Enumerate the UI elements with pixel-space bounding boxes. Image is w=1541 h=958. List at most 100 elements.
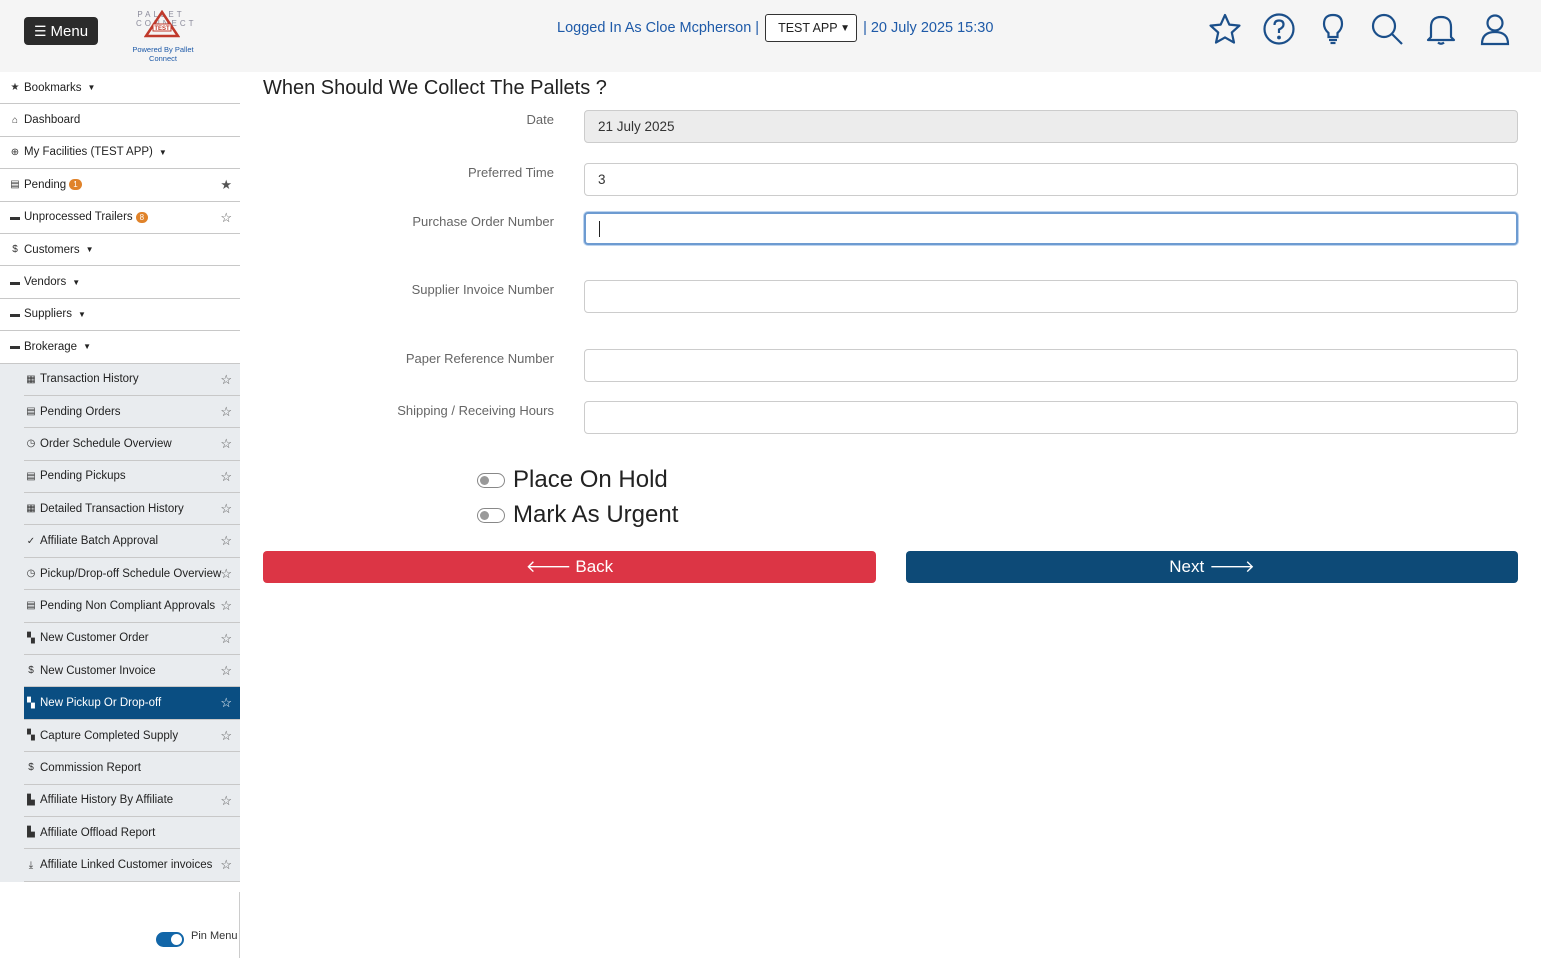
sidebar-subitem-pending-orders[interactable]: ▤ Pending Orders ☆	[24, 395, 240, 429]
sidebar-item-icon: ★	[10, 82, 20, 94]
sidebar-item-unprocessed-trailers[interactable]: ▬ Unprocessed Trailers 8 ☆	[0, 201, 240, 234]
sidebar-item-brokerage[interactable]: ▬ Brokerage ▼	[0, 331, 240, 364]
sidebar-item-icon: ◷	[26, 568, 36, 580]
sidebar-item-label: Pending Orders	[40, 405, 121, 418]
bookmark-star-icon[interactable]: ☆	[220, 469, 232, 485]
arrow-left-icon: 🡐	[525, 557, 572, 576]
sidebar-item-bookmarks[interactable]: ★ Bookmarks ▼	[0, 72, 240, 105]
bell-icon[interactable]	[1423, 10, 1459, 48]
sidebar-item-icon: ▙	[27, 794, 35, 806]
session-info: Logged In As Cloe Mcpherson | TEST APP ▼…	[557, 14, 993, 42]
bookmark-star-icon[interactable]: ☆	[220, 372, 232, 388]
sidebar-subitem-capture-completed-supply[interactable]: ▚ Capture Completed Supply ☆	[24, 719, 240, 753]
sidebar-item-label: Pending Pickups	[40, 470, 126, 483]
sidebar-item-suppliers[interactable]: ▬ Suppliers ▼	[0, 298, 240, 332]
sidebar-item-icon: ▬	[10, 211, 20, 223]
bookmark-star-icon[interactable]: ☆	[220, 695, 232, 711]
bookmark-star-icon[interactable]	[1207, 10, 1243, 48]
sidebar-subitem-new-pickup-or-drop-off[interactable]: ▚ New Pickup Or Drop-off ☆	[24, 687, 240, 720]
sidebar-item-label: Detailed Transaction History	[40, 502, 184, 515]
logged-in-text: Logged In As Cloe Mcpherson |	[557, 20, 760, 36]
bookmark-star-icon[interactable]: ☆	[220, 793, 232, 809]
sidebar-subitem-affiliate-offload-report[interactable]: ▙ Affiliate Offload Report	[24, 816, 240, 850]
sidebar-item-icon: $	[28, 665, 34, 677]
caret-down-icon: ▼	[77, 309, 86, 319]
supplier-invoice-field[interactable]	[584, 280, 1518, 313]
bookmark-star-icon[interactable]: ☆	[220, 631, 232, 647]
logo-caption: Powered By Pallet Connect	[132, 45, 194, 63]
bookmark-filled-icon[interactable]: ★	[220, 177, 232, 193]
sidebar-subitem-affiliate-batch-approval[interactable]: ✓ Affiliate Batch Approval ☆	[24, 525, 240, 558]
user-icon[interactable]	[1477, 10, 1513, 48]
sidebar-item-icon: ▬	[10, 341, 20, 353]
sidebar-subitem-detailed-transaction-history[interactable]: ▦ Detailed Transaction History ☆	[24, 493, 240, 526]
lightbulb-icon[interactable]	[1315, 10, 1351, 48]
bookmark-star-icon[interactable]: ☆	[220, 436, 232, 452]
search-icon[interactable]	[1369, 10, 1405, 48]
mark-urgent-toggle[interactable]	[477, 507, 505, 523]
purchase-order-field[interactable]	[584, 212, 1518, 245]
sidebar-item-label: New Customer Invoice	[40, 664, 156, 677]
pin-menu-toggle[interactable]	[156, 932, 184, 947]
preferred-time-label: Preferred Time	[468, 165, 554, 180]
sidebar-subitem-pending-pickups[interactable]: ▤ Pending Pickups ☆	[24, 460, 240, 494]
sidebar-item-label: Affiliate Offload Report	[40, 826, 156, 839]
header-icons	[1207, 10, 1513, 48]
sidebar-subitem-pickup-drop-off-schedule-overview[interactable]: ◷ Pickup/Drop-off Schedule Overview ☆	[24, 557, 240, 591]
bookmark-star-icon[interactable]: ☆	[220, 501, 232, 517]
sidebar-item-label: Order Schedule Overview	[40, 437, 172, 450]
preferred-time-field[interactable]: 3	[584, 163, 1518, 196]
sidebar-item-vendors[interactable]: ▬ Vendors ▼	[0, 266, 240, 299]
sidebar-item-icon: ✓	[26, 535, 36, 547]
bookmark-star-icon[interactable]: ☆	[220, 404, 232, 420]
paper-reference-field[interactable]	[584, 349, 1518, 382]
bookmark-star-icon[interactable]: ☆	[220, 566, 232, 582]
menu-button[interactable]: ☰ Menu	[24, 17, 98, 45]
sidebar-subitem-transaction-history[interactable]: ▦ Transaction History ☆	[24, 363, 240, 396]
supplier-invoice-label: Supplier Invoice Number	[411, 282, 554, 297]
mark-urgent-row: Mark As Urgent	[477, 501, 678, 529]
bookmark-star-icon[interactable]: ☆	[220, 857, 232, 873]
page-title: When Should We Collect The Pallets ?	[263, 77, 607, 99]
sidebar-item-label: Affiliate Batch Approval	[40, 535, 159, 548]
help-icon[interactable]	[1261, 10, 1297, 48]
sidebar-subitem-order-schedule-overview[interactable]: ◷ Order Schedule Overview ☆	[24, 428, 240, 461]
logo-triangle-icon: TEST	[144, 10, 180, 38]
sidebar-item-label: Customers	[24, 243, 80, 256]
sidebar-subitem-new-customer-order[interactable]: ▚ New Customer Order ☆	[24, 622, 240, 656]
sidebar-item-label: Commission Report	[40, 761, 141, 774]
sidebar-subitem-affiliate-history-by-affiliate[interactable]: ▙ Affiliate History By Affiliate ☆	[24, 784, 240, 817]
next-button[interactable]: Next 🡒	[906, 551, 1518, 583]
sidebar-item-label: Brokerage	[24, 340, 78, 353]
sidebar-subitem-commission-report[interactable]: $ Commission Report	[24, 752, 240, 785]
bookmark-star-icon[interactable]: ☆	[220, 598, 232, 614]
bookmark-star-icon[interactable]: ☆	[220, 663, 232, 679]
app-logo[interactable]: PALLET CONNECT TEST Powered By Pallet Co…	[118, 8, 208, 63]
sidebar-item-dashboard[interactable]: ⌂ Dashboard	[0, 104, 240, 137]
back-button[interactable]: 🡐 Back	[263, 551, 876, 583]
date-label: Date	[526, 112, 554, 127]
shipping-hours-label: Shipping / Receiving Hours	[397, 403, 554, 418]
count-badge: 8	[135, 211, 149, 223]
sidebar-item-pending[interactable]: ▤ Pending 1 ★	[0, 169, 240, 202]
sidebar-item-icon: ▚	[27, 730, 35, 741]
sidebar-item-customers[interactable]: $ Customers ▼	[0, 233, 240, 267]
sidebar-item-icon: ⊕	[10, 146, 20, 158]
bookmark-star-icon[interactable]: ☆	[220, 210, 232, 226]
bookmark-star-icon[interactable]: ☆	[220, 533, 232, 549]
sidebar-subitem-new-customer-invoice[interactable]: $ New Customer Invoice ☆	[24, 655, 240, 688]
top-header: ☰ Menu PALLET CONNECT TEST Powered By Pa…	[0, 0, 1541, 72]
app-select-value: TEST APP	[778, 21, 838, 35]
sidebar-item-icon: ⌂	[11, 114, 19, 126]
sidebar-item-my-facilities-test-app[interactable]: ⊕ My Facilities (TEST APP) ▼	[0, 136, 240, 170]
place-on-hold-toggle[interactable]	[477, 472, 505, 488]
hamburger-icon: ☰	[33, 22, 47, 39]
date-field[interactable]: 21 July 2025	[584, 110, 1518, 143]
sidebar-item-icon: ⤓	[28, 859, 34, 871]
app-select[interactable]: TEST APP ▼	[765, 14, 858, 42]
sidebar-subitem-pending-non-compliant-approvals[interactable]: ▤ Pending Non Compliant Approvals ☆	[24, 590, 240, 623]
shipping-hours-field[interactable]	[584, 401, 1518, 434]
sidebar-subitem-affiliate-linked-customer-invoices[interactable]: ⤓ Affiliate Linked Customer invoices ☆	[24, 849, 240, 882]
bookmark-star-icon[interactable]: ☆	[220, 728, 232, 744]
menu-button-label: Menu	[50, 22, 89, 40]
